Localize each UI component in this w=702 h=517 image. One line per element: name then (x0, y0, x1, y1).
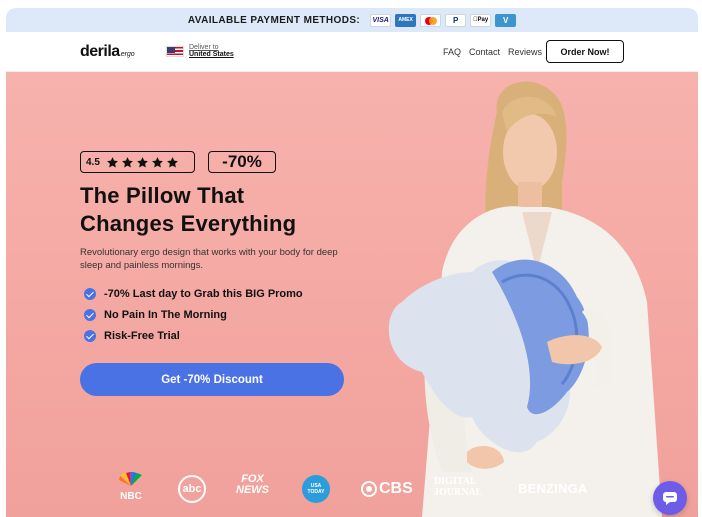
journal-text: JOURNAL (434, 487, 483, 498)
cbs-text: CBS (379, 480, 413, 497)
star-icon (151, 156, 163, 167)
mastercard-icon (420, 13, 442, 27)
headline-line-1: The Pillow That (80, 183, 245, 208)
rating-value: 4.5 (86, 156, 100, 168)
deliver-country: United States (189, 51, 234, 59)
chat-icon (663, 492, 677, 505)
benefit-text: -70% Last day to Grab this BIG Promo (104, 287, 303, 300)
digital-text: DIGITAL (434, 476, 477, 487)
fox-news-logo: FOX NEWS (236, 474, 269, 496)
star-icon (136, 156, 148, 167)
deliver-to-label: Deliver to (189, 44, 219, 51)
star-icon (166, 156, 178, 167)
order-now-button[interactable]: Order Now! (546, 40, 624, 63)
today-text: TODAY (307, 489, 325, 495)
apple-pay-icon: Pay (470, 13, 492, 27)
benefit-list: -70% Last day to Grab this BIG Promo No … (84, 287, 303, 342)
benzinga-logo: BENZINGA (518, 481, 588, 496)
flag-us-icon (166, 45, 184, 57)
payment-methods-bar: AVAILABLE PAYMENT METHODS: VISA AMEX P … (6, 8, 698, 32)
check-icon (84, 308, 96, 321)
top-navigation: derila ergo Deliver to United States FAQ… (6, 32, 698, 72)
nav-link-reviews[interactable]: Reviews (508, 47, 542, 57)
nbc-logo: NBC (116, 472, 146, 502)
nav-link-faq[interactable]: FAQ (443, 47, 461, 57)
discount-badge: -70% (208, 151, 276, 173)
cbs-logo: CBS (361, 480, 413, 498)
digital-journal-logo: DIGITAL JOURNAL (434, 476, 482, 498)
chat-button[interactable] (653, 481, 687, 515)
star-icon (106, 156, 118, 167)
payment-methods-label: AVAILABLE PAYMENT METHODS: (187, 14, 361, 26)
abc-logo: abc (178, 475, 206, 503)
logo-wordmark: derila (80, 43, 120, 60)
peacock-icon (119, 472, 142, 486)
derila-logo[interactable]: derila ergo (80, 43, 135, 61)
hero-subtext: Revolutionary ergo design that works wit… (80, 247, 338, 271)
benefit-item: Risk-Free Trial (84, 329, 303, 342)
benefit-item: No Pain In The Morning (84, 308, 303, 321)
check-icon (84, 287, 96, 300)
benefit-text: Risk-Free Trial (104, 329, 180, 342)
headline-line-2: Changes Everything (80, 211, 297, 236)
news-text: NEWS (236, 484, 269, 496)
nav-link-contact[interactable]: Contact (469, 47, 500, 57)
paypal-icon: P (445, 13, 467, 27)
usa-today-logo: USA TODAY (302, 475, 330, 503)
nbc-text: NBC (120, 491, 142, 502)
press-logos: NBC abc FOX NEWS USA TODAY CBS DIGITAL J… (116, 472, 596, 508)
star-icon (121, 156, 133, 167)
deliver-to-selector[interactable]: Deliver to United States (166, 44, 234, 59)
hero-photo (388, 81, 662, 517)
logo-sub: ergo (120, 51, 135, 58)
hero-headline: The Pillow That Changes Everything (80, 182, 380, 238)
benefit-text: No Pain In The Morning (104, 308, 227, 321)
get-discount-button[interactable]: Get -70% Discount (80, 363, 344, 396)
benefit-item: -70% Last day to Grab this BIG Promo (84, 287, 303, 300)
cbs-eye-icon (361, 481, 377, 497)
nav-links: FAQ Contact Reviews (443, 47, 542, 57)
venmo-icon: V (495, 13, 517, 27)
visa-icon: VISA (370, 13, 392, 27)
check-icon (84, 329, 96, 342)
rating-badge: 4.5 (80, 151, 195, 173)
hero-section: 4.5 -70% The Pillow That Changes Everyth… (6, 72, 698, 517)
amex-icon: AMEX (395, 13, 417, 27)
